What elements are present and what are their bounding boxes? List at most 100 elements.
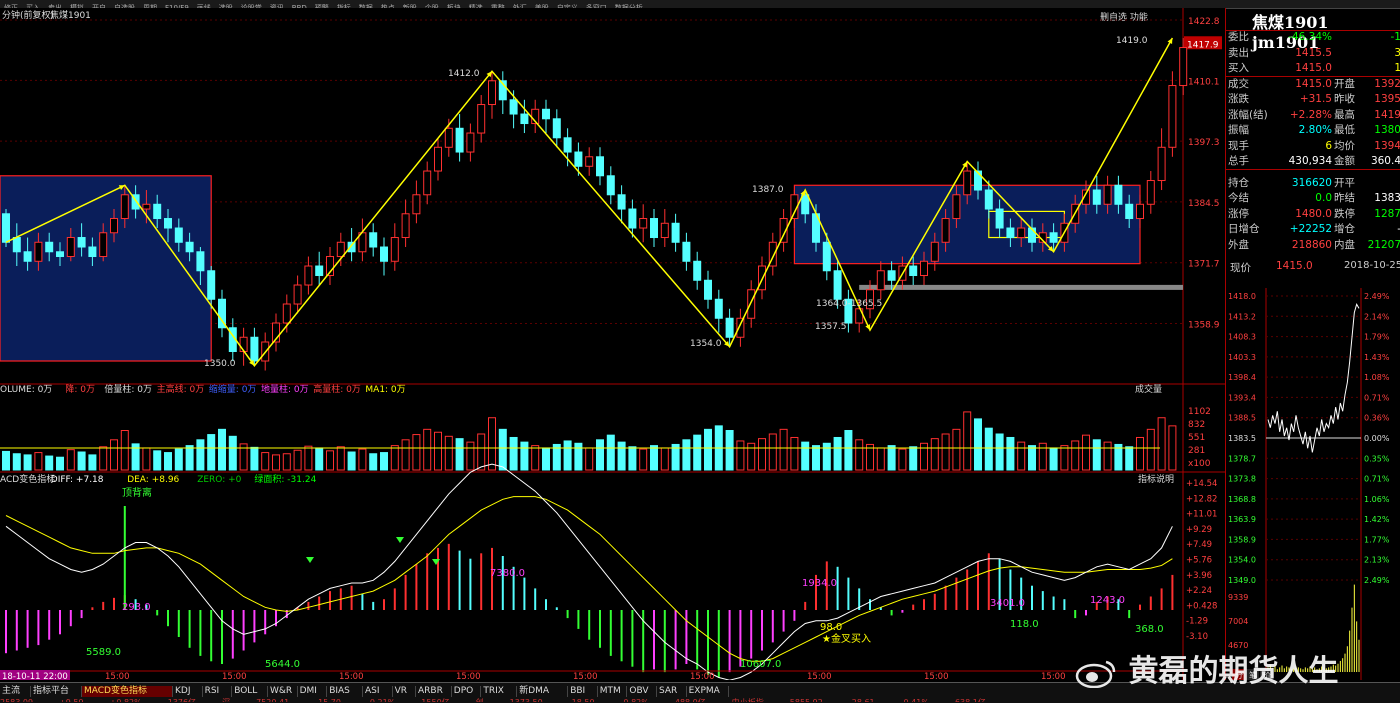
candle-body (650, 218, 658, 239)
volume-bar (1125, 446, 1134, 471)
candle-body (120, 194, 129, 220)
macd-annotation: 368.0 (1135, 624, 1164, 635)
candle-body (347, 241, 356, 253)
quote-row: 日增仓 +22252增仓- (1226, 222, 1400, 237)
mini-pct-label: 1.79% (1364, 333, 1390, 342)
indicator-tab[interactable]: DMI (298, 686, 328, 697)
ticker-item: +0.82% (110, 698, 142, 702)
watermark: 黄磊的期货人生 (1074, 646, 1400, 689)
volume-bar (455, 438, 464, 471)
indicator-tab[interactable]: 新DMA (517, 686, 569, 697)
ticker-item: 2583.09 (0, 698, 33, 702)
volume-bar (45, 455, 54, 471)
candle-body (596, 156, 604, 177)
volume-bar (1157, 417, 1166, 471)
mini-price-label: 1413.2 (1228, 312, 1256, 321)
quote-value: 6 (1325, 139, 1332, 152)
quote-title-bar: 焦煤1901 jm1901 (1226, 8, 1400, 52)
ticker-item: 1376亿 (168, 698, 196, 702)
indicator-tab[interactable]: VR (393, 686, 416, 697)
quote-value: -46.34% (1288, 31, 1332, 43)
time-axis-label: 15:00 (1041, 672, 1066, 680)
candle-body (390, 237, 399, 262)
quote-value: 1480.0 (1295, 207, 1332, 220)
indicator-tab[interactable]: MTM (598, 686, 628, 697)
volume-bar (261, 452, 270, 471)
candle-body (1168, 85, 1177, 148)
time-axis-label: 15:00 (456, 672, 481, 680)
quote-label: 持仓 (1228, 176, 1249, 189)
volume-legend-item: 降: 0万 (65, 383, 95, 395)
quote-row: 涨停 1480.0 跌停 1287 (1226, 207, 1400, 222)
indicator-tab[interactable]: SAR (657, 686, 687, 697)
price-axis-label: 1397.3 (1188, 138, 1220, 148)
indicator-tab[interactable]: RSI (203, 686, 233, 697)
intraday-mini-chart[interactable]: 1418.0 1413.2 1408.3 1403.3 1398.4 1393.4 1388… (1226, 288, 1400, 680)
candle-body (488, 80, 496, 106)
indicator-tab[interactable]: W&R (268, 686, 298, 697)
ticker-item: 1550亿 (421, 698, 449, 702)
indicator-tab[interactable]: 主流 (0, 686, 31, 697)
quote-label: 增仓 (1334, 223, 1355, 235)
candle-body (250, 336, 259, 362)
mini-price-label: 1349.0 (1228, 576, 1256, 585)
ticker-item: -18.50 (569, 698, 595, 702)
volume-bar (585, 447, 594, 471)
quote-label: 总手 (1228, 155, 1249, 167)
macd-axis-label: +3.96 (1186, 571, 1212, 581)
ticker-item: 488.0亿 (675, 698, 706, 702)
quote-label: 委比 (1228, 31, 1249, 43)
indicator-tab[interactable]: MACD变色指标 (82, 686, 173, 697)
chart-toolbar-right[interactable]: 删自选 功能 (1100, 11, 1148, 23)
indicator-tab[interactable]: BBI (568, 686, 598, 697)
indicator-tab[interactable]: BIAS (327, 686, 363, 697)
candle-body (509, 99, 518, 115)
current-price-label: 现价 (1230, 262, 1251, 274)
volume-bar (1103, 441, 1112, 471)
mini-price-label: 1403.3 (1228, 353, 1256, 362)
main-chart[interactable]: 分钟(前复权)焦煤1901 删自选 功能 1422.8 1410.1 1397.3 138… (0, 8, 1225, 680)
volume-bar (12, 453, 21, 471)
volume-bar (779, 428, 788, 471)
quote-value: -1 (1390, 31, 1400, 43)
macd-axis-label: +5.76 (1186, 556, 1212, 566)
volume-indicator-button[interactable]: 成交量 (1135, 383, 1162, 395)
volume-bar (768, 433, 777, 471)
quote-row: 卖出 1415.5 3 (1226, 46, 1400, 61)
volume-bar (1092, 439, 1101, 471)
volume-bar (66, 449, 75, 471)
price-axis-label: 1384.5 (1188, 199, 1220, 209)
indicator-tab[interactable]: EXPMA (687, 686, 729, 697)
indicator-tab[interactable]: BOLL (232, 686, 268, 697)
indicator-tab[interactable]: ASI (363, 686, 393, 697)
price-annotation: 1364.0-1365.5 (816, 299, 882, 309)
candle-body (1179, 47, 1188, 87)
indicator-tab[interactable]: TRIX (481, 686, 518, 697)
candle-body (77, 237, 86, 248)
macd-annotation: 5589.0 (86, 647, 121, 658)
quote-label: 昨收 (1334, 93, 1355, 105)
volume-bar (1082, 434, 1090, 471)
mini-pct-label: 2.14% (1364, 312, 1390, 321)
volume-bar (401, 439, 410, 471)
macd-annotation: 10607.0 (740, 659, 781, 670)
volume-bar (617, 441, 626, 471)
volume-bar (596, 439, 604, 471)
candle-body (369, 232, 378, 248)
quote-value: 1392 (1374, 77, 1400, 90)
price-axis-label: 1371.7 (1188, 260, 1220, 270)
indicator-tab[interactable]: DPO (452, 686, 482, 697)
volume-bar (1146, 428, 1155, 471)
indicator-tab[interactable]: ARBR (416, 686, 452, 697)
ticker-item: 638.1亿 (955, 698, 986, 702)
volume-bar (153, 450, 162, 471)
weibo-logo-icon (1074, 658, 1118, 688)
indicator-tab[interactable]: OBV (627, 686, 657, 697)
volume-axis-label: 281 (1188, 446, 1205, 456)
price-axis-label: 1422.8 (1188, 17, 1220, 27)
candle-body (1146, 180, 1155, 205)
indicator-tab[interactable]: KDJ (173, 686, 203, 697)
macd-explain-button[interactable]: 指标说明 (1138, 473, 1174, 485)
candle-body (725, 317, 734, 338)
indicator-tab[interactable]: 指标平台 (31, 686, 82, 697)
